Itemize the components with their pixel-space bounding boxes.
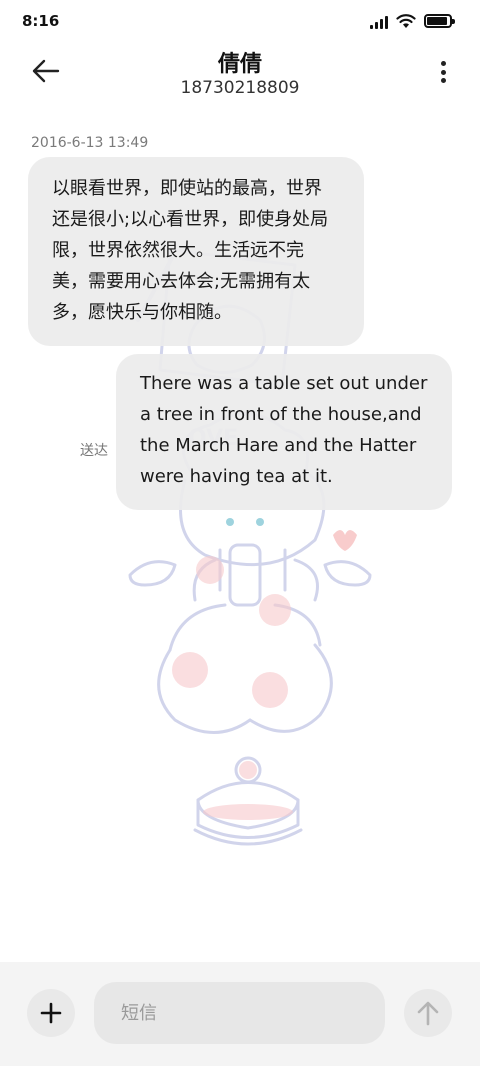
more-options-button[interactable] xyxy=(436,58,450,86)
wifi-icon xyxy=(396,14,416,28)
message-timestamp: 2016-6-13 13:49 xyxy=(31,135,149,151)
arrow-up-icon xyxy=(417,1001,439,1026)
plus-icon xyxy=(40,1002,62,1024)
send-button[interactable] xyxy=(404,989,452,1037)
message-input[interactable] xyxy=(94,982,385,1044)
contact-phone-number: 18730218809 xyxy=(180,78,300,98)
outgoing-message-bubble[interactable]: There was a table set out under a tree i… xyxy=(116,354,452,510)
cellular-signal-icon xyxy=(370,13,388,29)
battery-icon xyxy=(424,14,455,28)
status-bar: 8:16 xyxy=(0,0,480,44)
delivery-status: 送达 xyxy=(80,443,108,459)
status-time: 8:16 xyxy=(22,12,60,30)
battery-level xyxy=(427,17,447,25)
contact-name: 倩倩 xyxy=(217,52,262,77)
message-composer xyxy=(0,962,480,1066)
conversation-header: 倩倩 18730218809 xyxy=(0,44,480,108)
incoming-message-bubble[interactable]: 以眼看世界，即使站的最高，世界还是很小;以心看世界，即使身处局限，世界依然很大。… xyxy=(28,157,364,346)
more-vertical-icon xyxy=(440,61,446,66)
add-attachment-button[interactable] xyxy=(27,989,75,1037)
status-icons xyxy=(370,13,455,29)
